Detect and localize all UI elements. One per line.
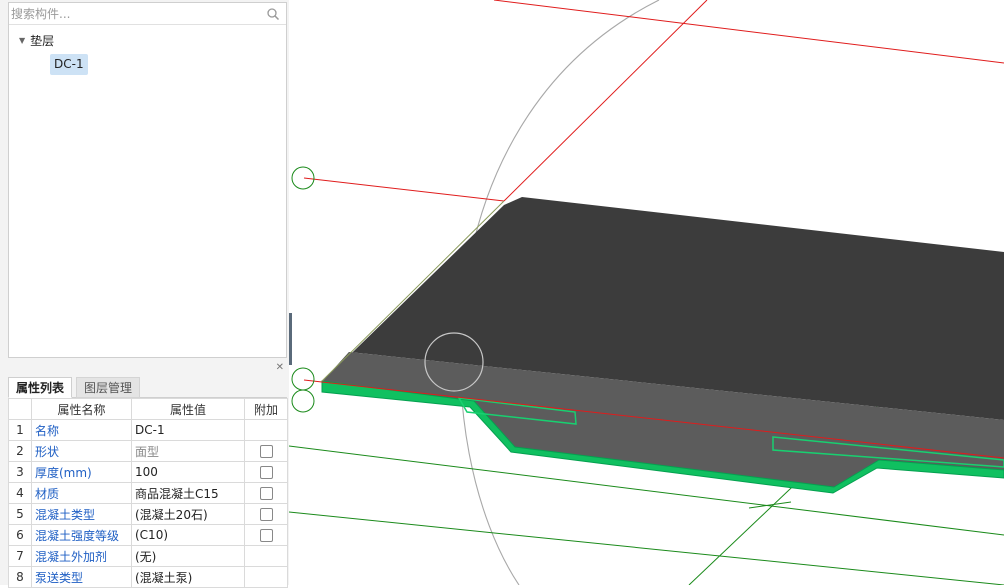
table-row[interactable]: 8 泵送类型 (混凝土泵) bbox=[8, 566, 288, 588]
property-table: 属性名称 属性值 附加 1 名称 DC-1 2 形状 面型 3 厚度(mm) 100 4 材质 商品混… bbox=[8, 398, 288, 588]
column-header-name: 属性名称 bbox=[31, 398, 132, 420]
left-panel: ▼ 垫层 DC-1 ✕ 属性列表 图层管理 属性名称 属性值 附加 1名称DC-… bbox=[0, 0, 289, 588]
panel-splitter[interactable]: ✕ bbox=[8, 362, 287, 376]
property-name: 混凝土类型 bbox=[31, 503, 132, 525]
tab-layer-management[interactable]: 图层管理 bbox=[76, 377, 141, 398]
extra-cell bbox=[244, 461, 288, 483]
row-number: 8 bbox=[8, 566, 32, 588]
3d-viewport[interactable] bbox=[289, 0, 1004, 585]
row-number: 7 bbox=[8, 545, 32, 567]
property-rows: 1 名称 DC-1 2 形状 面型 3 厚度(mm) 100 4 材质 商品混凝土C15 5 混凝土类型(… bbox=[8, 419, 288, 588]
axis-marker-icon[interactable] bbox=[291, 367, 315, 391]
table-row[interactable]: 4 材质 商品混凝土C15 bbox=[8, 482, 288, 504]
table-row[interactable]: 3 厚度(mm) 100 bbox=[8, 461, 288, 483]
tree-item-dc-1[interactable]: DC-1 bbox=[50, 54, 88, 75]
property-value[interactable]: 面型 bbox=[131, 440, 245, 462]
property-value[interactable]: 100 bbox=[131, 461, 245, 483]
component-tree-panel: ▼ 垫层 DC-1 bbox=[8, 2, 287, 358]
property-name: 混凝土强度等级 bbox=[31, 524, 132, 546]
table-row[interactable]: 6 混凝土强度等级 (C10) bbox=[8, 524, 288, 546]
extra-checkbox[interactable] bbox=[259, 508, 273, 521]
property-value[interactable]: (C10) bbox=[131, 524, 245, 546]
property-value[interactable]: DC-1 bbox=[131, 419, 245, 441]
grid-axis-green bbox=[289, 511, 1004, 585]
extra-cell bbox=[244, 545, 288, 567]
axis-marker-icon[interactable] bbox=[291, 389, 315, 413]
tab-property-list[interactable]: 属性列表 bbox=[8, 377, 73, 398]
tree-node-cushion-layer[interactable]: ▼ 垫层 bbox=[19, 31, 54, 49]
row-number: 1 bbox=[8, 419, 32, 441]
property-name: 泵送类型 bbox=[31, 566, 132, 588]
property-name: 形状 bbox=[31, 440, 132, 462]
property-name: 名称 bbox=[31, 419, 132, 441]
property-name: 混凝土外加剂 bbox=[31, 545, 132, 567]
close-icon[interactable]: ✕ bbox=[276, 362, 284, 374]
extra-checkbox[interactable] bbox=[259, 466, 273, 479]
search-bar bbox=[9, 3, 286, 25]
table-row[interactable]: 7 混凝土外加剂 (无) bbox=[8, 545, 288, 567]
property-value[interactable]: 商品混凝土C15 bbox=[131, 482, 245, 504]
extra-cell bbox=[244, 503, 288, 525]
table-row[interactable]: 1 名称 DC-1 bbox=[8, 419, 288, 441]
property-name: 厚度(mm) bbox=[31, 461, 132, 483]
row-number: 2 bbox=[8, 440, 32, 462]
search-input[interactable] bbox=[11, 5, 261, 22]
extra-cell bbox=[244, 440, 288, 462]
extra-cell bbox=[244, 524, 288, 546]
property-value[interactable]: (混凝土20石) bbox=[131, 503, 245, 525]
property-value[interactable]: (无) bbox=[131, 545, 245, 567]
extra-checkbox[interactable] bbox=[259, 529, 273, 542]
property-name: 材质 bbox=[31, 482, 132, 504]
axis-line-red bbox=[503, 0, 708, 202]
table-header-row: 属性名称 属性值 附加 bbox=[8, 398, 288, 420]
property-tabs: 属性列表 图层管理 bbox=[8, 376, 287, 398]
tree-node-label: 垫层 bbox=[30, 33, 55, 48]
column-header-extra: 附加 bbox=[244, 398, 288, 420]
viewport-resize-handle[interactable] bbox=[289, 313, 292, 365]
collapse-caret-icon[interactable]: ▼ bbox=[19, 36, 25, 45]
table-row[interactable]: 5 混凝土类型 (混凝土20石) bbox=[8, 503, 288, 525]
grid-axis-green bbox=[748, 501, 792, 509]
column-header-index bbox=[8, 398, 32, 420]
row-number: 6 bbox=[8, 524, 32, 546]
extra-checkbox[interactable] bbox=[259, 487, 273, 500]
column-header-value: 属性值 bbox=[131, 398, 245, 420]
axis-line-red bbox=[493, 0, 1004, 64]
extra-cell bbox=[244, 482, 288, 504]
row-number: 4 bbox=[8, 482, 32, 504]
axis-marker-icon[interactable] bbox=[291, 166, 315, 190]
extra-cell bbox=[244, 419, 288, 441]
search-icon[interactable] bbox=[266, 7, 280, 21]
extra-checkbox[interactable] bbox=[259, 445, 273, 458]
axis-line-red bbox=[303, 177, 505, 202]
row-number: 3 bbox=[8, 461, 32, 483]
property-value[interactable]: (混凝土泵) bbox=[131, 566, 245, 588]
row-number: 5 bbox=[8, 503, 32, 525]
table-row[interactable]: 2 形状 面型 bbox=[8, 440, 288, 462]
extra-cell bbox=[244, 566, 288, 588]
